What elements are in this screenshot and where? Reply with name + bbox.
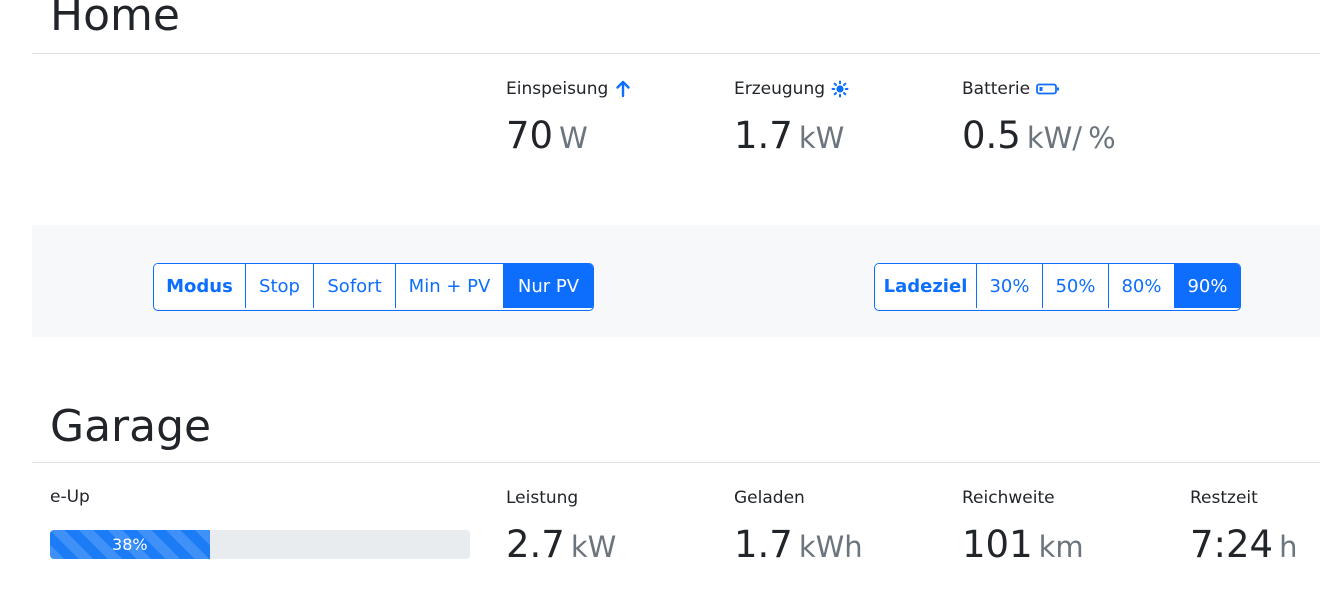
mode-nurpv-button[interactable]: Nur PV xyxy=(503,264,593,308)
metric-remaining-time: Restzeit 7:24 h xyxy=(1190,487,1297,563)
metric-label: Batterie xyxy=(962,79,1031,99)
metric-unit-percent: % xyxy=(1088,121,1116,155)
target-label-button[interactable]: Ladeziel xyxy=(875,264,976,308)
metric-value: 0.5 xyxy=(962,114,1021,157)
garage-title: Garage xyxy=(50,401,212,452)
metric-value: 2.7 xyxy=(506,523,565,566)
metric-label: Geladen xyxy=(734,488,805,508)
metric-power: Leistung 2.7 kW xyxy=(506,487,616,563)
mode-stop-button[interactable]: Stop xyxy=(245,264,313,308)
metric-charged: Geladen 1.7 kWh xyxy=(734,487,863,563)
target-50-button[interactable]: 50% xyxy=(1042,264,1108,308)
metric-battery: Batterie 0.5 kW/% xyxy=(962,78,1116,154)
target-90-button[interactable]: 90% xyxy=(1174,264,1240,308)
metric-unit: kW xyxy=(798,121,845,155)
home-divider xyxy=(32,53,1320,54)
metric-label: Erzeugung xyxy=(734,79,826,99)
metric-unit: kW xyxy=(570,530,617,564)
soc-progress: 38% xyxy=(50,530,470,559)
metric-value: 7:24 xyxy=(1190,523,1274,566)
soc-progress-bar: 38% xyxy=(50,530,210,559)
mode-minpv-button[interactable]: Min + PV xyxy=(395,264,503,308)
mode-sofort-button[interactable]: Sofort xyxy=(313,264,395,308)
metric-range: Reichweite 101 km xyxy=(962,487,1084,563)
metric-unit: h xyxy=(1279,530,1298,564)
target-30-button[interactable]: 30% xyxy=(976,264,1042,308)
battery-icon xyxy=(1036,80,1060,98)
metric-label: Reichweite xyxy=(962,488,1055,508)
target-80-button[interactable]: 80% xyxy=(1108,264,1174,308)
metric-value: 1.7 xyxy=(734,114,793,157)
metric-value: 70 xyxy=(506,114,554,157)
metric-label: Restzeit xyxy=(1190,488,1258,508)
metric-label: Einspeisung xyxy=(506,79,609,99)
target-button-group: Ladeziel 30% 50% 80% 90% xyxy=(874,263,1241,311)
metric-production: Erzeugung 1.7 kW xyxy=(734,78,849,154)
metric-unit: W xyxy=(559,121,588,155)
vehicle-name: e-Up xyxy=(50,487,90,507)
controls-panel: Modus Stop Sofort Min + PV Nur PV Ladezi… xyxy=(32,225,1320,337)
metric-feed-in: Einspeisung 70 W xyxy=(506,78,632,154)
mode-label-button[interactable]: Modus xyxy=(154,264,245,308)
arrow-up-icon xyxy=(614,80,632,98)
metric-unit: km xyxy=(1038,530,1084,564)
home-title: Home xyxy=(50,0,180,41)
sun-icon xyxy=(831,80,849,98)
garage-divider xyxy=(32,462,1320,463)
mode-button-group: Modus Stop Sofort Min + PV Nur PV xyxy=(153,263,594,311)
metric-label: Leistung xyxy=(506,488,579,508)
metric-unit: kW/ xyxy=(1026,121,1083,155)
metric-value: 101 xyxy=(962,523,1033,566)
metric-unit: kWh xyxy=(798,530,863,564)
metric-value: 1.7 xyxy=(734,523,793,566)
